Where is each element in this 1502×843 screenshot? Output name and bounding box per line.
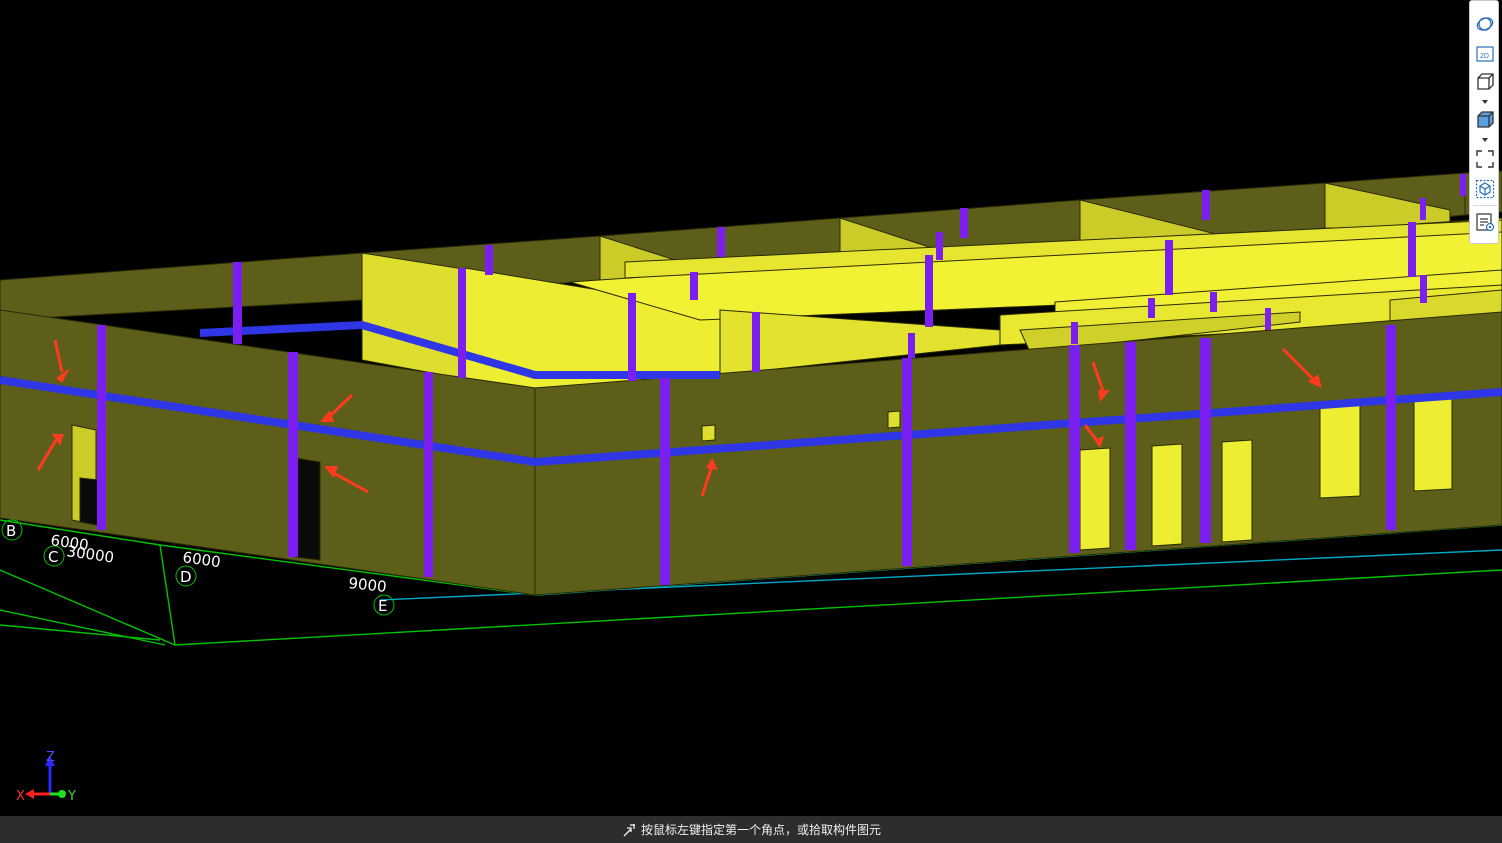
- dimension-label: 30000: [65, 542, 115, 566]
- view-toolbar: 2D: [1469, 0, 1499, 244]
- status-bar: 按鼠标左键指定第一个角点，或拾取构件图元: [0, 816, 1502, 843]
- axis-y-label: Y: [67, 789, 76, 804]
- cursor-select-icon: [623, 823, 635, 836]
- axis-x-label: X: [16, 789, 25, 804]
- svg-text:C: C: [48, 548, 58, 566]
- svg-text:D: D: [180, 568, 192, 586]
- chevron-down-icon[interactable]: [1481, 99, 1489, 105]
- display-settings-icon[interactable]: [1474, 211, 1496, 233]
- svg-text:2D: 2D: [1480, 53, 1489, 60]
- cube-select-icon[interactable]: [1474, 178, 1496, 200]
- grid-bubble-e: E: [373, 594, 395, 616]
- status-prompt: 按鼠标左键指定第一个角点，或拾取构件图元: [640, 823, 881, 837]
- 3d-viewport[interactable]: B C D E 6000 30000 6000 9000 Z X Y 2D: [0, 0, 1502, 816]
- view-3d-shaded-icon[interactable]: [1474, 109, 1496, 131]
- grid-bubble-b: B: [1, 519, 23, 541]
- view-2d-icon[interactable]: 2D: [1474, 43, 1496, 65]
- building-model[interactable]: B C D E 6000 30000 6000 9000: [0, 0, 1502, 816]
- chevron-down-icon[interactable]: [1481, 137, 1489, 143]
- axis-z-label: Z: [46, 750, 55, 765]
- grid-bubble-d: D: [175, 565, 197, 587]
- svg-text:B: B: [6, 522, 16, 540]
- view-3d-wire-icon[interactable]: [1474, 71, 1496, 93]
- dimension-label: 9000: [348, 574, 388, 596]
- svg-text:E: E: [378, 597, 387, 615]
- toolbar-divider: [1473, 205, 1497, 206]
- axis-triad: Z X Y: [12, 748, 82, 808]
- fullscreen-icon[interactable]: [1474, 148, 1496, 170]
- orbit-icon[interactable]: [1474, 13, 1496, 35]
